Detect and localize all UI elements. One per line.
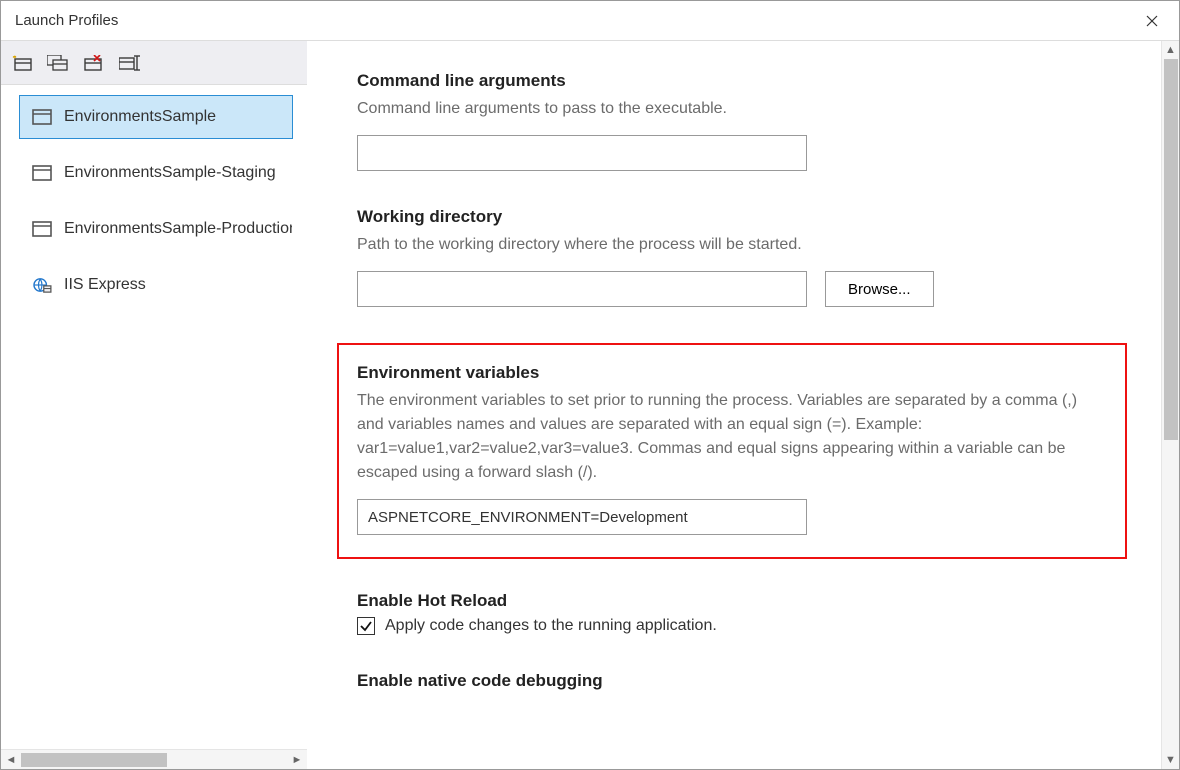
section-description: Command line arguments to pass to the ex… [357,97,1125,121]
browse-button[interactable]: Browse... [825,271,934,307]
profile-item-label: EnvironmentsSample-Staging [64,164,276,182]
app-icon [32,109,52,125]
dialog-title: Launch Profiles [15,12,118,29]
environment-variables-input[interactable] [357,499,807,535]
scroll-up-arrow[interactable]: ▲ [1165,41,1176,59]
section-title: Enable Hot Reload [357,591,1125,611]
scroll-thumb[interactable] [1164,59,1178,440]
scroll-down-arrow[interactable]: ▼ [1165,751,1176,769]
dialog-body: EnvironmentsSample EnvironmentsSample-St… [1,41,1179,769]
content-vertical-scrollbar[interactable]: ▲ ▼ [1161,41,1179,769]
section-description: The environment variables to set prior t… [357,389,1107,485]
delete-profile-icon [84,55,104,71]
profile-item-environmentssample[interactable]: EnvironmentsSample [19,95,293,139]
close-button[interactable] [1129,5,1175,37]
hot-reload-checkbox-label: Apply code changes to the running applic… [385,617,717,635]
delete-profile-button[interactable] [83,52,105,74]
profile-item-environmentssample-production[interactable]: EnvironmentsSample-Production [19,207,293,251]
close-icon [1146,15,1158,27]
settings-content: Command line arguments Command line argu… [307,41,1159,769]
profile-item-iis-express[interactable]: IIS Express [19,263,293,307]
scroll-left-arrow[interactable]: ◄ [1,750,21,770]
duplicate-profile-icon [47,55,69,71]
sidebar-toolbar [1,41,307,85]
section-description: Path to the working directory where the … [357,233,1125,257]
sidebar-horizontal-scrollbar[interactable]: ◄ ► [1,749,307,769]
scroll-track[interactable] [21,753,287,767]
checkmark-icon [359,619,373,633]
working-directory-input[interactable] [357,271,807,307]
section-title: Command line arguments [357,71,1125,91]
hot-reload-checkbox[interactable] [357,617,375,635]
section-environment-variables-highlight: Environment variables The environment va… [337,343,1127,559]
scroll-right-arrow[interactable]: ► [287,750,307,770]
rename-profile-icon [119,55,141,71]
app-icon [32,165,52,181]
launch-profiles-dialog: Launch Profiles [0,0,1180,770]
profile-item-label: EnvironmentsSample [64,108,216,126]
new-profile-icon [12,55,32,71]
content-wrap: Command line arguments Command line argu… [307,41,1179,769]
section-command-line-arguments: Command line arguments Command line argu… [357,71,1125,171]
duplicate-profile-button[interactable] [47,52,69,74]
app-icon [32,221,52,237]
scroll-thumb[interactable] [21,753,167,767]
sidebar: EnvironmentsSample EnvironmentsSample-St… [1,41,307,769]
section-title: Working directory [357,207,1125,227]
rename-profile-button[interactable] [119,52,141,74]
iis-icon [32,277,52,293]
profile-item-label: IIS Express [64,276,146,294]
new-profile-button[interactable] [11,52,33,74]
profile-item-label: EnvironmentsSample-Production [64,220,293,238]
section-hot-reload: Enable Hot Reload Apply code changes to … [357,591,1125,635]
section-native-debugging: Enable native code debugging [357,671,1125,691]
scroll-track[interactable] [1164,59,1178,751]
section-title: Environment variables [357,363,1107,383]
profile-item-environmentssample-staging[interactable]: EnvironmentsSample-Staging [19,151,293,195]
section-working-directory: Working directory Path to the working di… [357,207,1125,307]
section-title: Enable native code debugging [357,671,1125,691]
titlebar: Launch Profiles [1,1,1179,41]
command-line-arguments-input[interactable] [357,135,807,171]
profile-list: EnvironmentsSample EnvironmentsSample-St… [1,85,307,749]
